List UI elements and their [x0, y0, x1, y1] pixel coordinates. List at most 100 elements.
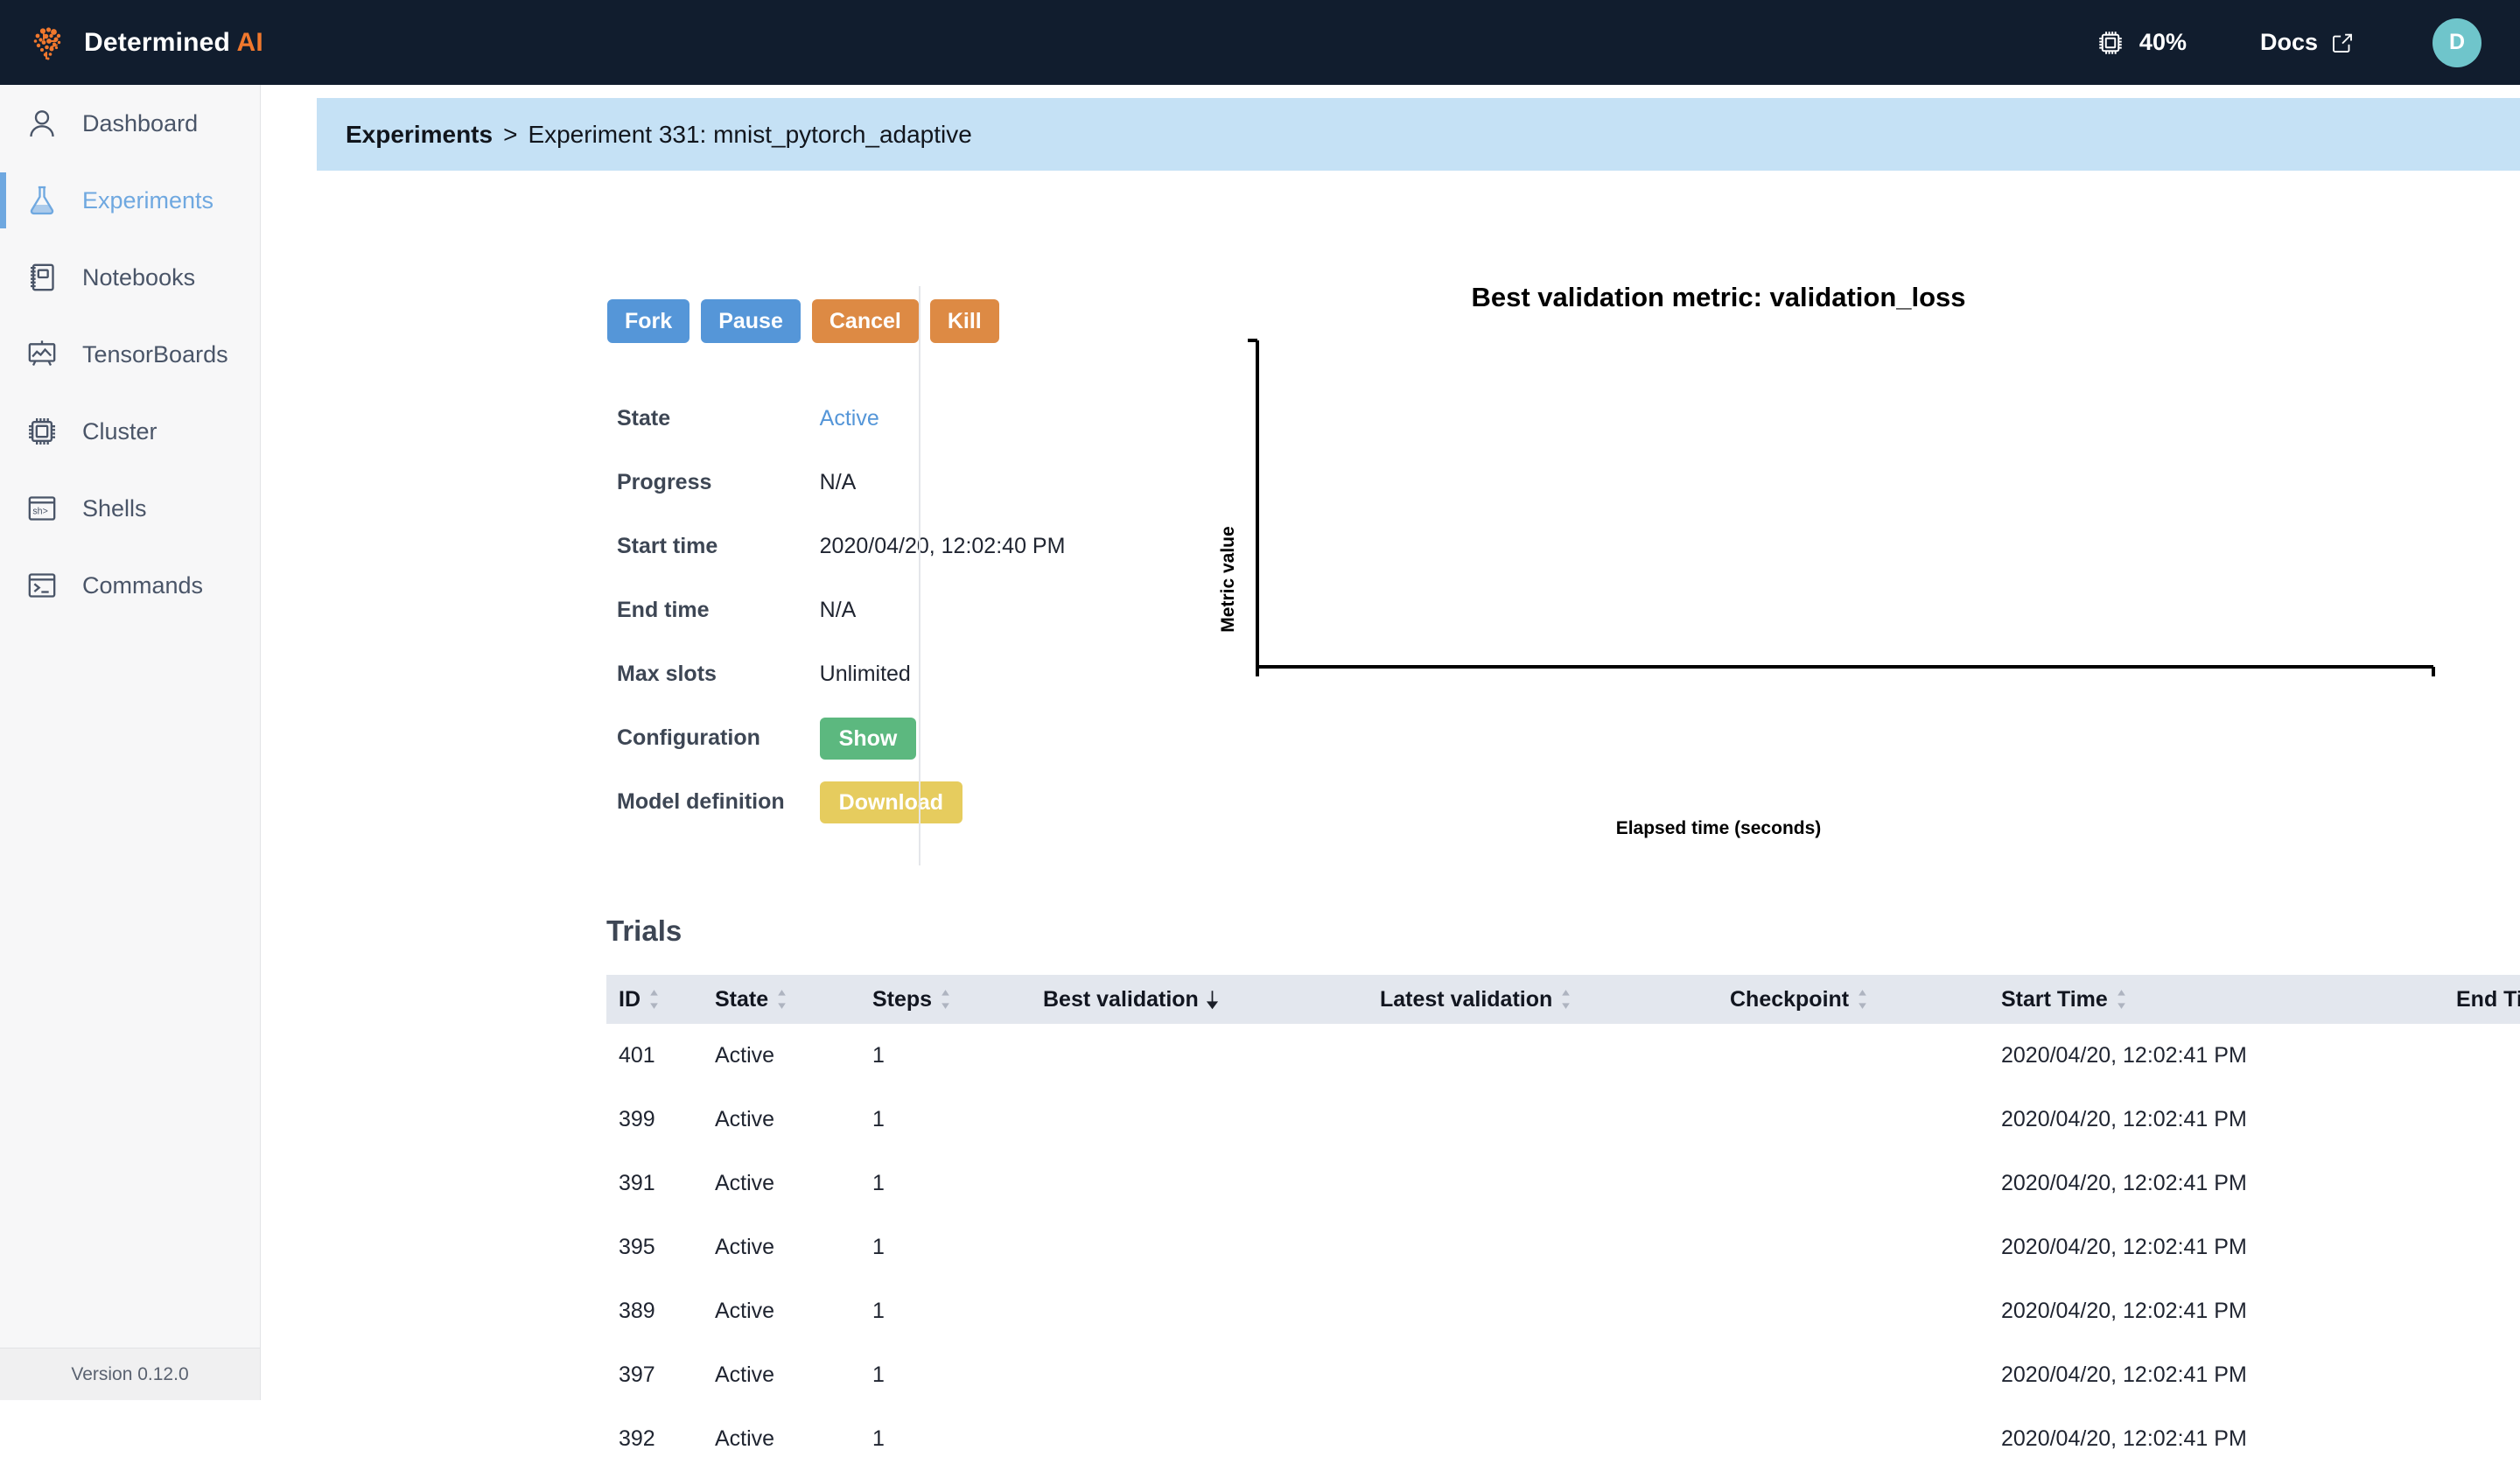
- show-configuration-button[interactable]: Show: [819, 717, 917, 760]
- sidebar-item-experiments[interactable]: Experiments: [0, 162, 260, 239]
- cell-checkpoint: [1718, 1024, 1989, 1088]
- column-header-end-time[interactable]: End Time: [2444, 975, 2520, 1024]
- pause-button[interactable]: Pause: [701, 299, 801, 343]
- cell-checkpoint: [1718, 1215, 1989, 1279]
- cell-start-time: 2020/04/20, 12:02:41 PM: [2001, 1043, 2247, 1068]
- sidebar-item-label: Experiments: [82, 186, 214, 214]
- docs-link[interactable]: Docs: [2260, 29, 2356, 56]
- brand-title: Determined AI: [84, 28, 263, 58]
- table-row[interactable]: 392 Active 1 2020/04/20, 12:02:41 PM: [606, 1407, 2520, 1471]
- cell-latest-validation: [1368, 1407, 1718, 1471]
- table-row[interactable]: 395 Active 1 2020/04/20, 12:02:41 PM: [606, 1215, 2520, 1279]
- sidebar-item-shells[interactable]: sh> Shells: [0, 470, 260, 547]
- cell-state[interactable]: Active: [703, 1343, 860, 1407]
- fork-button[interactable]: Fork: [607, 299, 690, 343]
- trials-table-header-row: ID State Steps Best validation Latest va…: [606, 975, 2520, 1024]
- column-header-state[interactable]: State: [703, 975, 860, 1024]
- cell-end-time: [2444, 1215, 2520, 1279]
- breadcrumb-root-link[interactable]: Experiments: [346, 121, 493, 149]
- cell-state[interactable]: Active: [703, 1024, 860, 1088]
- cell-state[interactable]: Active: [703, 1088, 860, 1152]
- cluster-utilization-value: 40%: [2138, 29, 2187, 55]
- sidebar-navigation: Dashboard Experiments Notebooks TensorBo…: [0, 85, 261, 1400]
- trials-table-body: 401 Active 1 2020/04/20, 12:02:41 PM 399…: [606, 1024, 2520, 1471]
- column-header-latest-validation[interactable]: Latest validation: [1368, 975, 1718, 1024]
- column-header-id[interactable]: ID: [606, 975, 703, 1024]
- cell-steps: 1: [872, 1362, 885, 1387]
- sidebar-item-cluster[interactable]: Cluster: [0, 393, 260, 470]
- cell-state[interactable]: Active: [703, 1215, 860, 1279]
- terminal-icon: [28, 573, 56, 598]
- state-label: State: [617, 406, 671, 431]
- progress-label: Progress: [617, 470, 712, 494]
- trials-table: ID State Steps Best validation Latest va…: [606, 975, 2520, 1471]
- cell-id: 399: [619, 1107, 655, 1131]
- cell-checkpoint: [1718, 1152, 1989, 1215]
- column-header-best-validation[interactable]: Best validation: [1031, 975, 1368, 1024]
- brand-suffix-text: AI: [236, 27, 263, 57]
- table-row[interactable]: 399 Active 1 2020/04/20, 12:02:41 PM: [606, 1088, 2520, 1152]
- cell-state[interactable]: Active: [703, 1279, 860, 1343]
- breadcrumb-separator: >: [503, 120, 518, 148]
- sort-both-icon: [2117, 990, 2125, 1009]
- column-header-checkpoint[interactable]: Checkpoint: [1718, 975, 1989, 1024]
- column-header-label: End Time: [2456, 986, 2520, 1012]
- sidebar-item-label: TensorBoards: [82, 340, 228, 368]
- cluster-utilization-indicator[interactable]: 40%: [2096, 28, 2187, 58]
- cell-steps: 1: [872, 1299, 885, 1323]
- cell-id: 395: [619, 1235, 655, 1259]
- sidebar-item-notebooks[interactable]: Notebooks: [0, 239, 260, 316]
- cell-best-validation: [1031, 1343, 1368, 1407]
- sidebar-item-label: Notebooks: [82, 263, 196, 291]
- cell-end-time: [2444, 1343, 2520, 1407]
- brain-logo-icon: [33, 26, 61, 60]
- sidebar-footer: Version 0.12.0: [0, 1348, 260, 1400]
- column-header-label: Steps: [872, 986, 933, 1012]
- table-row[interactable]: 391 Active 1 2020/04/20, 12:02:41 PM: [606, 1152, 2520, 1215]
- cell-best-validation: [1031, 1088, 1368, 1152]
- user-icon: [30, 110, 54, 137]
- column-header-start-time[interactable]: Start Time: [1989, 975, 2444, 1024]
- svg-text:sh>: sh>: [32, 507, 47, 517]
- end-time-label: End time: [617, 598, 710, 622]
- brand-name-text: Determined: [84, 27, 231, 57]
- chart-plot-area: [1248, 339, 2435, 676]
- shell-prompt-icon: sh>: [28, 496, 56, 521]
- column-header-label: Best validation: [1043, 986, 1199, 1012]
- configuration-label: Configuration: [617, 725, 760, 750]
- brand-logo-link[interactable]: Determined AI: [30, 24, 263, 62]
- cell-checkpoint: [1718, 1088, 1989, 1152]
- sort-both-icon: [778, 990, 786, 1009]
- cell-start-time: 2020/04/20, 12:02:41 PM: [2001, 1107, 2247, 1131]
- cell-state[interactable]: Active: [703, 1407, 860, 1471]
- cell-latest-validation: [1368, 1279, 1718, 1343]
- cell-latest-validation: [1368, 1152, 1718, 1215]
- cell-id: 392: [619, 1426, 655, 1451]
- cell-best-validation: [1031, 1152, 1368, 1215]
- sidebar-item-tensorboards[interactable]: TensorBoards: [0, 316, 260, 393]
- column-header-label: Latest validation: [1380, 986, 1553, 1012]
- cell-checkpoint: [1718, 1343, 1989, 1407]
- cell-state[interactable]: Active: [703, 1152, 860, 1215]
- cell-checkpoint: [1718, 1279, 1989, 1343]
- table-row[interactable]: 389 Active 1 2020/04/20, 12:02:41 PM: [606, 1279, 2520, 1343]
- column-header-label: Checkpoint: [1730, 986, 1850, 1012]
- chart-y-axis-label: Metric value: [1218, 526, 1238, 633]
- topbar-right-group: 40% Docs D: [2096, 18, 2520, 67]
- cell-steps: 1: [872, 1107, 885, 1131]
- cell-id: 401: [619, 1043, 655, 1068]
- table-row[interactable]: 401 Active 1 2020/04/20, 12:02:41 PM: [606, 1024, 2520, 1088]
- sort-both-icon: [650, 990, 658, 1009]
- cell-checkpoint: [1718, 1407, 1989, 1471]
- sidebar-item-commands[interactable]: Commands: [0, 547, 260, 624]
- user-avatar[interactable]: D: [2432, 18, 2482, 67]
- cancel-button[interactable]: Cancel: [811, 299, 919, 343]
- sidebar-item-dashboard[interactable]: Dashboard: [0, 85, 260, 162]
- sort-both-icon: [1562, 990, 1571, 1009]
- table-row[interactable]: 397 Active 1 2020/04/20, 12:02:41 PM: [606, 1343, 2520, 1407]
- cpu-chip-icon: [29, 418, 55, 445]
- cpu-chip-icon: [2099, 31, 2122, 54]
- sidebar-item-label: Cluster: [82, 417, 158, 445]
- column-header-steps[interactable]: Steps: [860, 975, 1031, 1024]
- breadcrumb-current-page: Experiment 331: mnist_pytorch_adaptive: [528, 120, 972, 148]
